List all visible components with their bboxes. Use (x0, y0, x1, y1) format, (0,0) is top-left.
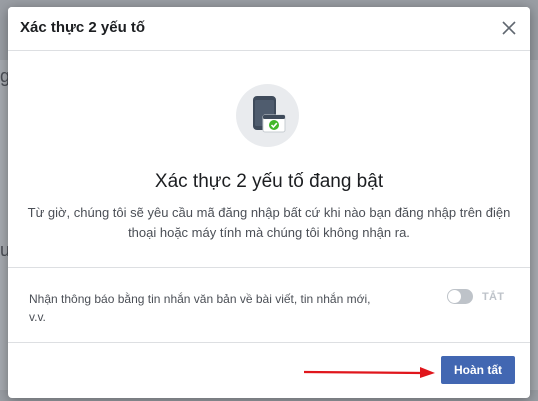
phone-laptop-check-icon (236, 84, 299, 147)
done-button[interactable]: Hoàn tất (441, 356, 515, 384)
sms-notification-setting-text: Nhận thông báo bằng tin nhắn văn bản về … (29, 290, 409, 326)
divider (8, 342, 530, 343)
description-line: Từ giờ, chúng tôi sẽ yêu cầu mã đăng nhậ… (27, 205, 511, 220)
notify-line: v.v. (29, 310, 46, 324)
annotation-arrow-icon (303, 367, 435, 378)
toggle-state-label: TẮT (482, 291, 505, 303)
divider (8, 267, 530, 268)
description-line: thoại hoặc máy tính mà chúng tôi không n… (128, 225, 410, 240)
toggle-knob (448, 290, 461, 303)
close-icon[interactable] (498, 17, 520, 39)
notify-line: Nhận thông báo bằng tin nhắn văn bản về … (29, 292, 371, 306)
dialog-title: Xác thực 2 yếu tố (20, 19, 146, 36)
dialog-header: Xác thực 2 yếu tố (8, 7, 530, 51)
status-description: Từ giờ, chúng tôi sẽ yêu cầu mã đăng nhậ… (8, 203, 530, 243)
status-headline: Xác thực 2 yếu tố đang bật (154, 171, 384, 192)
background-page-strip (0, 60, 8, 390)
background-page-strip-right (530, 60, 538, 390)
sms-notification-toggle[interactable] (447, 289, 473, 304)
two-factor-dialog: Xác thực 2 yếu tố Xác thực 2 yếu tố đang… (8, 7, 530, 398)
